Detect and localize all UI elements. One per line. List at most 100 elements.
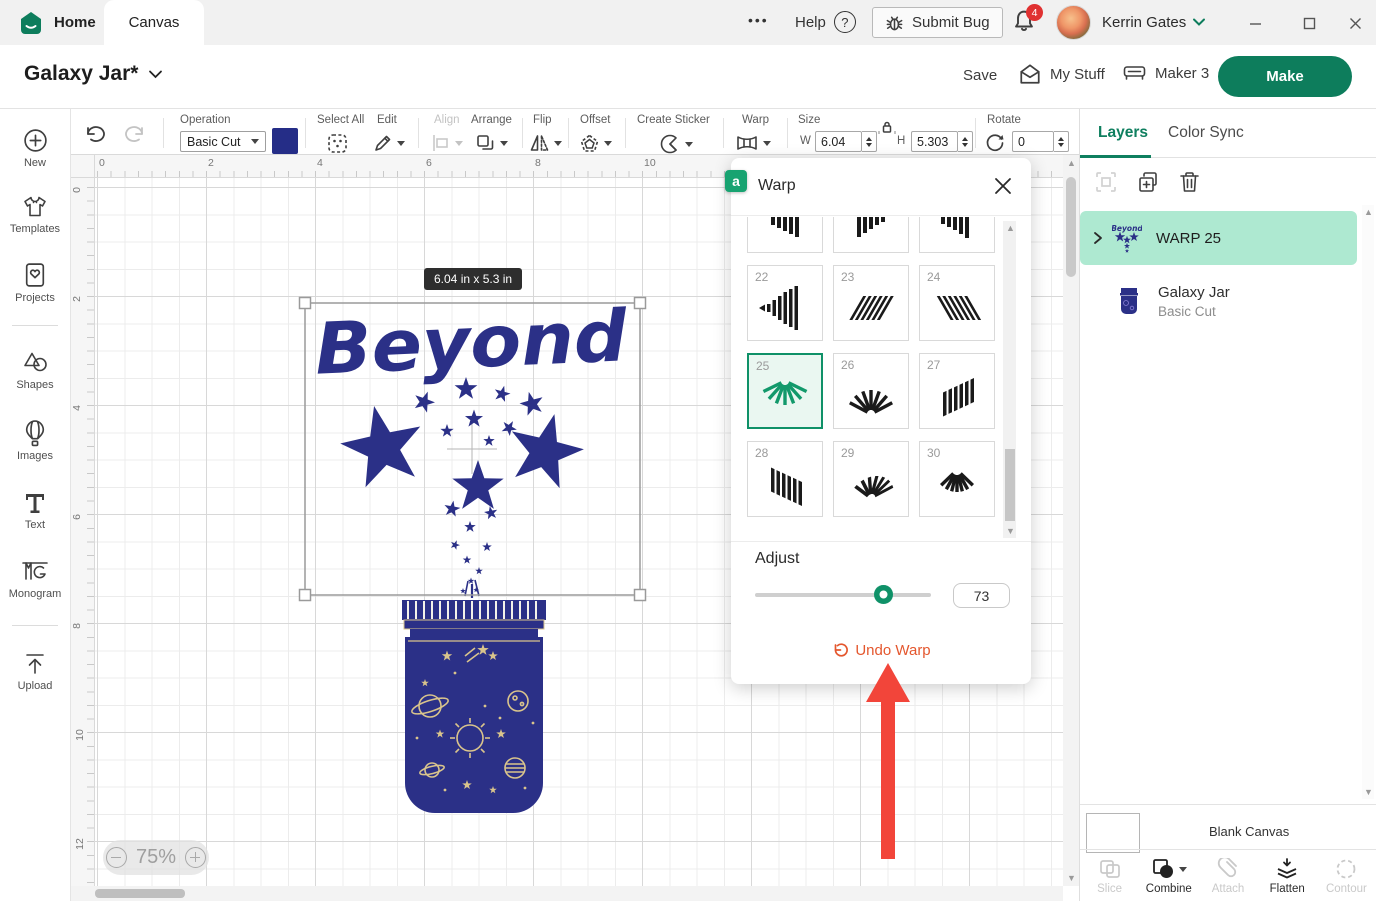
rotate-input[interactable]	[1012, 131, 1054, 152]
height-stepper[interactable]	[958, 131, 973, 152]
warp-style-glyph	[757, 217, 813, 241]
submit-bug-button[interactable]: Submit Bug	[872, 7, 1003, 38]
layer-row-warp-25[interactable]: Beyond WARP 25	[1080, 211, 1357, 265]
edit-menu-button[interactable]	[373, 133, 405, 153]
warp-style-tile-partial[interactable]	[747, 217, 823, 253]
warp-style-tile-25-selected[interactable]: 25	[747, 353, 823, 429]
flip-menu-button[interactable]	[529, 133, 562, 153]
warp-style-tile-partial[interactable]	[833, 217, 909, 253]
my-stuff-button[interactable]: My Stuff	[1018, 63, 1105, 85]
canvas-tab-label: Canvas	[129, 14, 180, 31]
undo-icon[interactable]	[83, 124, 107, 143]
notifications-button[interactable]: 4	[1012, 9, 1042, 39]
sidebar-item-templates[interactable]: Templates	[0, 193, 70, 235]
design-word: Beyond	[313, 294, 630, 391]
rotate-stepper[interactable]	[1054, 131, 1069, 152]
sidebar-item-images[interactable]: Images	[0, 419, 70, 462]
user-name[interactable]: Kerrin Gates	[1102, 14, 1186, 31]
machine-selector[interactable]: Maker 3	[1122, 63, 1209, 83]
galaxy-jar-design[interactable]	[402, 600, 546, 813]
vertical-scrollbar[interactable]: ▲ ▼	[1063, 155, 1079, 886]
tab-layers[interactable]: Layers	[1098, 124, 1148, 142]
layer-expand-chevron-icon[interactable]	[1092, 231, 1104, 245]
warp-button[interactable]	[735, 133, 771, 153]
pencil-icon	[373, 133, 393, 153]
zoom-in-button[interactable]	[185, 847, 206, 868]
window-minimize-button[interactable]	[1246, 14, 1264, 32]
vertical-ruler: 0 2 4 6 8 10 12	[71, 178, 95, 886]
vertical-scroll-thumb[interactable]	[1066, 177, 1076, 277]
warp-style-tile-23[interactable]: 23	[833, 265, 909, 341]
warp-style-tile-29[interactable]: 29	[833, 441, 909, 517]
right-panel-tabs: Layers Color Sync	[1080, 109, 1376, 158]
help-menu[interactable]: Help ?	[795, 11, 856, 33]
zoom-out-button[interactable]	[106, 847, 127, 868]
blank-canvas-row[interactable]: Blank Canvas	[1080, 804, 1376, 849]
adjust-value-input[interactable]	[953, 583, 1010, 608]
stepper-up-icon	[1058, 137, 1064, 141]
warp-style-tile-28[interactable]: 28	[747, 441, 823, 517]
overflow-menu-button[interactable]: •••	[748, 12, 769, 28]
window-maximize-button[interactable]	[1300, 14, 1318, 32]
layer-row-galaxy-jar[interactable]: Galaxy Jar Basic Cut	[1080, 273, 1357, 329]
toolbar-divider	[163, 118, 164, 148]
project-title-menu[interactable]: Galaxy Jar*	[24, 62, 163, 86]
warp-style-glyph	[929, 286, 985, 330]
adjust-slider-thumb[interactable]	[874, 585, 893, 604]
warp-style-tile-30[interactable]: 30	[919, 441, 995, 517]
project-title: Galaxy Jar*	[24, 62, 138, 86]
warp-close-button[interactable]	[992, 175, 1014, 197]
sidebar-item-text[interactable]: Text	[0, 491, 70, 531]
window-close-button[interactable]	[1346, 14, 1364, 32]
trash-icon[interactable]	[1178, 170, 1201, 194]
warp-style-tile-24[interactable]: 24	[919, 265, 995, 341]
warp-style-tile-partial[interactable]	[919, 217, 995, 253]
undo-war p-button[interactable]: Undo Warp	[731, 642, 1031, 659]
horizontal-scrollbar[interactable]	[71, 886, 1063, 901]
warp-style-glyph	[757, 462, 813, 506]
blank-canvas-swatch[interactable]	[1086, 813, 1140, 853]
width-stepper[interactable]	[862, 131, 877, 152]
flatten-button[interactable]: Flatten	[1258, 850, 1317, 901]
arrange-menu-button[interactable]	[475, 133, 508, 154]
user-avatar[interactable]	[1056, 5, 1091, 40]
sidebar-item-monogram[interactable]: Monogram	[0, 559, 70, 600]
combine-button[interactable]: Combine	[1139, 850, 1198, 901]
duplicate-icon[interactable]	[1136, 170, 1160, 194]
tab-home[interactable]: Home	[18, 0, 96, 45]
attach-button: Attach	[1198, 850, 1257, 901]
size-lock-icon[interactable]	[877, 120, 897, 136]
tab-canvas[interactable]: Canvas	[104, 0, 204, 45]
horizontal-scroll-thumb[interactable]	[95, 889, 185, 898]
warp-style-glyph	[843, 217, 899, 241]
rotate-icon[interactable]	[985, 133, 1005, 153]
warp-style-tile-27[interactable]: 27	[919, 353, 995, 429]
make-button[interactable]: Make	[1218, 56, 1352, 97]
warp-grid-scrollbar[interactable]: ▲ ▼	[1003, 221, 1016, 538]
sidebar-item-projects[interactable]: Projects	[0, 261, 70, 304]
warp-style-tile-26[interactable]: 26	[833, 353, 909, 429]
offset-menu-button[interactable]	[579, 133, 612, 154]
warp-scroll-thumb[interactable]	[1005, 449, 1015, 521]
layer-thumbnail	[1114, 284, 1144, 318]
tshirt-icon	[21, 193, 49, 220]
warp-style-tile-22[interactable]: 22	[747, 265, 823, 341]
sidebar-item-new[interactable]: New	[0, 127, 70, 169]
layer-color-swatch[interactable]	[272, 128, 298, 154]
sidebar-item-upload[interactable]: Upload	[0, 651, 70, 692]
sidebar-divider	[12, 625, 58, 626]
tab-color-sync[interactable]: Color Sync	[1168, 124, 1244, 142]
select-all-icon[interactable]	[327, 133, 348, 154]
width-input[interactable]	[815, 131, 862, 152]
operation-select[interactable]: Basic Cut	[180, 131, 266, 152]
create-sticker-button[interactable]	[659, 133, 693, 155]
adjust-slider-track[interactable]	[755, 593, 931, 597]
layers-scrollbar[interactable]: ▲ ▼	[1362, 205, 1374, 799]
sidebar-item-shapes[interactable]: Shapes	[0, 349, 70, 391]
layer-name: WARP 25	[1156, 230, 1221, 247]
user-menu-chevron-icon[interactable]	[1192, 17, 1206, 27]
height-input[interactable]	[911, 131, 958, 152]
toolbar-divider	[522, 118, 523, 148]
save-button[interactable]: Save	[963, 67, 997, 84]
home-tab-label: Home	[54, 14, 96, 31]
